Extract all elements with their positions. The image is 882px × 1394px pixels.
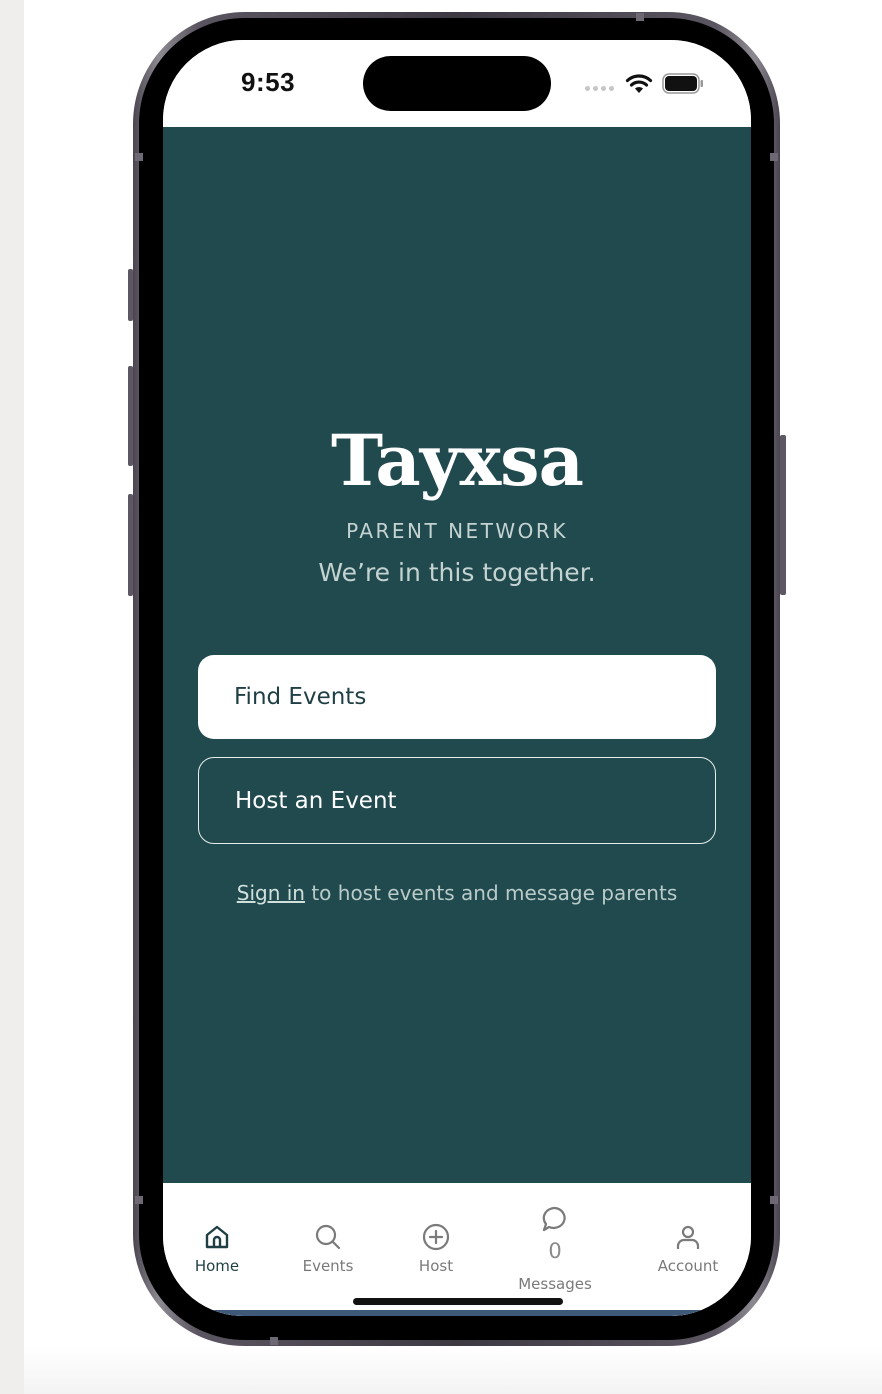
power-button [780,435,786,595]
tab-messages-label: Messages [518,1275,592,1293]
home-icon [205,1225,229,1249]
desktop-background-strip [0,0,24,1394]
signin-prompt: Sign in to host events and message paren… [163,881,751,905]
tab-home-label: Home [194,1257,240,1275]
dynamic-island [363,56,551,111]
find-events-label: Find Events [234,684,367,710]
tab-bar: Home Events Host 0 Messages Account [163,1183,751,1316]
plus-circle-icon [422,1223,450,1251]
antenna-band [135,153,143,161]
desktop-background-bottom [24,1346,882,1394]
antenna-band [135,1196,143,1204]
antenna-band [636,13,644,21]
person-icon [676,1225,700,1249]
status-time: 9:53 [241,67,296,97]
cellular-signal-icon [585,86,615,92]
antenna-band [770,1196,778,1204]
volume-up-button [128,366,133,466]
find-events-button[interactable]: Find Events [198,655,716,739]
action-button [128,269,133,321]
search-icon [315,1224,341,1250]
antenna-band [270,1337,278,1345]
messages-count: 0 [548,1239,562,1263]
wifi-icon [625,74,653,93]
battery-icon [662,73,703,94]
host-event-label: Host an Event [235,787,397,814]
chat-bubble-icon [542,1206,566,1232]
screen-bottom-edge [203,1310,711,1316]
phone-screen: 9:53 Tayxsa PARENT NETWORK We’re in this… [163,40,751,1316]
tab-events-label: Events [302,1257,354,1275]
sign-in-link[interactable]: Sign in [237,881,305,905]
app-logo: Tayxsa [331,419,584,502]
tab-account-label: Account [657,1257,719,1275]
status-bar: 9:53 [163,40,751,127]
app-subtitle: PARENT NETWORK [346,519,568,543]
antenna-band [770,153,778,161]
tab-host-label: Host [418,1257,454,1275]
signin-prompt-text: to host events and message parents [304,881,678,905]
app-tagline: We’re in this together. [318,558,596,587]
volume-down-button [128,494,133,596]
home-indicator[interactable] [353,1298,563,1305]
welcome-panel: Tayxsa PARENT NETWORK We’re in this toge… [163,127,751,1183]
host-event-button[interactable]: Host an Event [198,757,716,844]
